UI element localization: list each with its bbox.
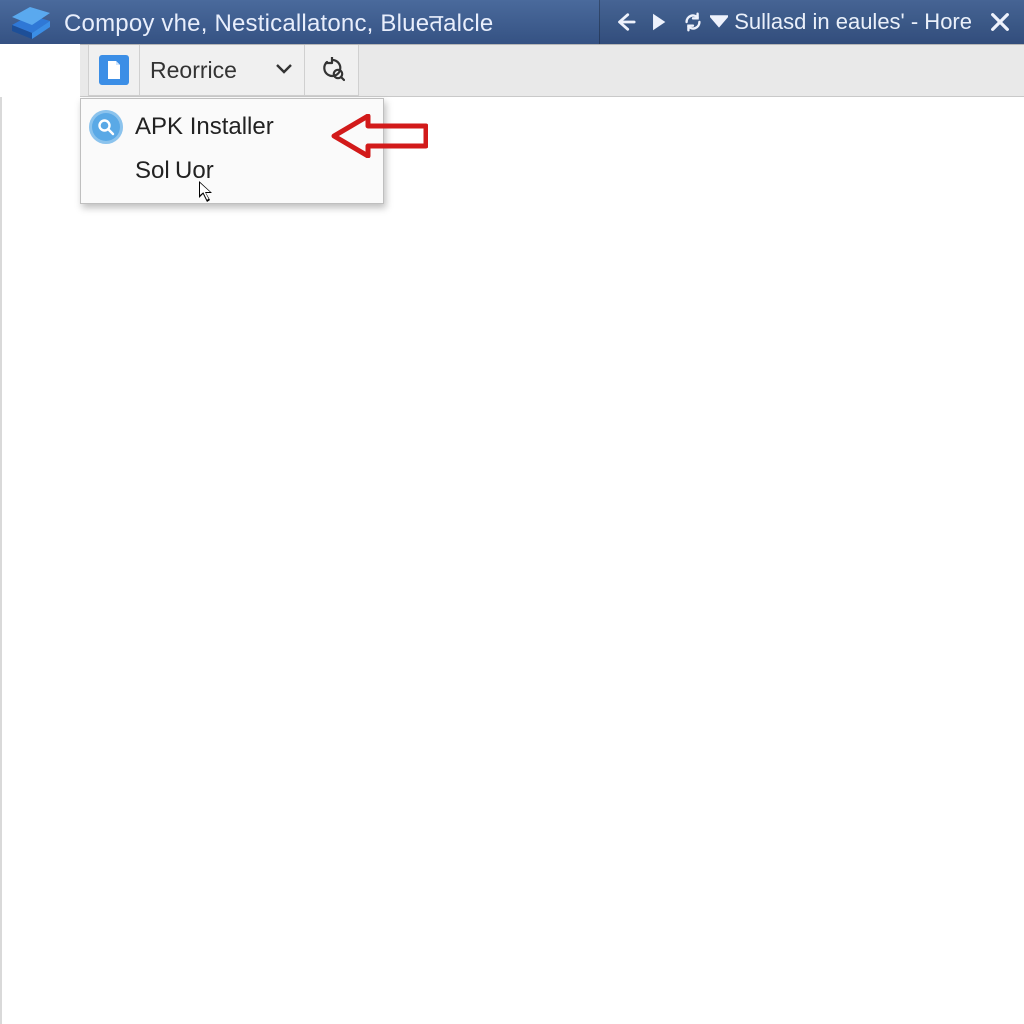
toolbar-app-button[interactable]	[88, 45, 140, 96]
empty-icon	[89, 154, 123, 188]
toolbar: Reorrice	[80, 44, 1024, 97]
dropdown-caret-icon[interactable]	[710, 4, 728, 40]
mouse-cursor-icon	[198, 180, 216, 204]
forward-button[interactable]	[642, 4, 676, 40]
window-title: Compoy vhe, Nesticallatonc, Blueतalcle	[64, 6, 493, 39]
menu-item-label: APK Installer	[135, 113, 274, 141]
toolbar-dropdown[interactable]: Reorrice	[140, 45, 305, 96]
toolbar-dropdown-label: Reorrice	[150, 57, 237, 84]
sync-icon[interactable]	[676, 4, 710, 40]
titlebar: Compoy vhe, Nesticallatonc, Blueतalcle	[0, 0, 1024, 44]
page-icon	[99, 55, 129, 85]
titlebar-status-text: Sullasd in eaules' - Hore	[728, 9, 982, 35]
titlebar-controls: Sullasd in eaules' - Hore	[599, 0, 1024, 44]
annotation-arrow-icon	[328, 114, 428, 158]
close-button[interactable]	[982, 4, 1018, 40]
app-logo-icon	[0, 0, 64, 44]
chevron-down-icon	[276, 61, 292, 79]
toolbar-refresh-button[interactable]	[305, 45, 359, 96]
back-button[interactable]	[608, 4, 642, 40]
refresh-icon	[319, 57, 345, 83]
content-area	[0, 97, 1024, 1024]
search-icon	[89, 110, 123, 144]
